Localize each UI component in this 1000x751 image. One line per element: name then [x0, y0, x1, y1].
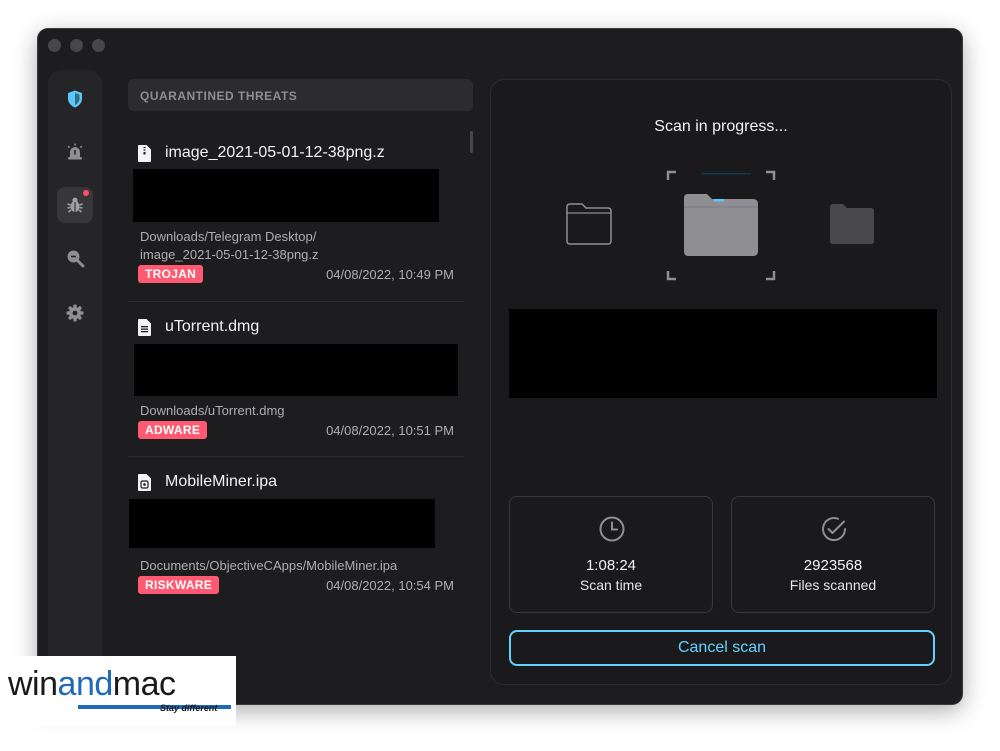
alarm-icon: [67, 143, 83, 160]
threat-file-name: MobileMiner.ipa: [165, 473, 278, 490]
shield-icon: [68, 90, 82, 108]
zip-file-icon: [138, 144, 151, 162]
app-window: QUARANTINED THREATS image_2021-05-01-12-…: [38, 29, 962, 704]
scan-time-value: 1:08:24: [585, 557, 637, 574]
redacted-block: [129, 499, 435, 548]
logo-tagline: Stay different: [160, 703, 218, 713]
sidebar-item-scan[interactable]: [57, 240, 93, 276]
gear-icon: [66, 304, 84, 322]
files-scanned-card: 2923568 Files scanned: [731, 496, 935, 613]
threat-file-path: Documents/ObjectiveCApps/MobileMiner.ipa: [140, 558, 398, 573]
folder-active-icon: [684, 194, 758, 256]
close-window-button[interactable]: [48, 39, 61, 52]
scan-animation: [566, 170, 874, 281]
notification-dot: [83, 190, 89, 196]
threat-type-badge: RISKWARE: [138, 576, 220, 594]
sidebar-item-settings[interactable]: [57, 295, 93, 331]
threat-type-badge: TROJAN: [138, 265, 204, 283]
scan-line: [701, 173, 751, 175]
files-scanned-value: 2923568: [803, 557, 863, 574]
redacted-block: [133, 169, 439, 222]
threat-item[interactable]: uTorrent.dmg Downloads/uTorrent.dmg ADWA…: [128, 316, 464, 446]
threat-date: 04/08/2022, 10:51 PM: [326, 423, 454, 438]
threat-file-path: Downloads/uTorrent.dmg: [140, 403, 285, 418]
minimize-window-button[interactable]: [70, 39, 83, 52]
folder-dim-icon: [830, 204, 874, 244]
quarantined-threats-header: QUARANTINED THREATS: [128, 79, 473, 111]
threat-type-badge: ADWARE: [138, 421, 208, 439]
folder-outline-icon: [566, 203, 612, 245]
sidebar-item-alerts[interactable]: [57, 134, 93, 170]
bug-icon: [67, 197, 83, 213]
divider: [128, 456, 464, 457]
search-icon: [67, 250, 85, 268]
disk-image-file-icon: [138, 318, 151, 336]
check-circle-icon: [822, 517, 847, 541]
zoom-window-button[interactable]: [92, 39, 105, 52]
list-scrollbar[interactable]: [470, 131, 473, 153]
app-file-icon: [138, 473, 151, 491]
scan-status-title: Scan in progress...: [654, 118, 788, 135]
sidebar: [48, 70, 102, 704]
threat-file-path: Downloads/Telegram Desktop/ image_2021-0…: [140, 229, 319, 262]
scan-time-card: 1:08:24 Scan time: [509, 496, 713, 613]
threat-file-name: image_2021-05-01-12-38png.z: [165, 144, 385, 161]
redacted-block: [509, 309, 937, 398]
threat-date: 04/08/2022, 10:54 PM: [326, 578, 454, 593]
scan-panel: Scan in progress... 1:08:24 Scan time 29…: [490, 79, 952, 685]
files-scanned-label: Files scanned: [789, 577, 877, 593]
divider: [128, 301, 464, 302]
title-bar: [38, 29, 962, 61]
cancel-scan-button[interactable]: Cancel scan: [509, 630, 935, 666]
scan-time-label: Scan time: [579, 577, 643, 593]
threat-item[interactable]: image_2021-05-01-12-38png.z Downloads/Te…: [128, 142, 464, 292]
clock-icon: [599, 516, 625, 542]
sidebar-item-protection[interactable]: [57, 81, 93, 117]
threat-date: 04/08/2022, 10:49 PM: [326, 267, 454, 282]
threat-item[interactable]: MobileMiner.ipa Documents/ObjectiveCApps…: [128, 471, 464, 601]
winandmac-logo: winandmac Stay different: [0, 656, 236, 726]
redacted-block: [134, 344, 458, 396]
threat-file-name: uTorrent.dmg: [165, 318, 260, 335]
sidebar-item-threats[interactable]: [57, 187, 93, 223]
